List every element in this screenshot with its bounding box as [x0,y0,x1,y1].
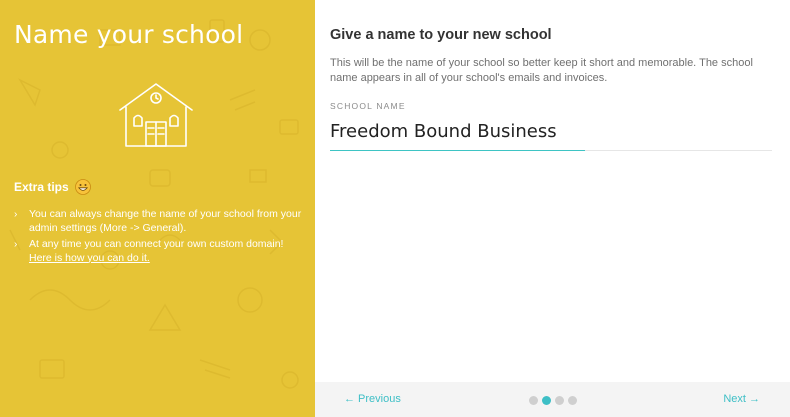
step-dot-active [542,396,551,405]
tips-list: › You can always change the name of your… [14,208,306,268]
step-dot [555,396,564,405]
tip-text: You can always change the name of your s… [29,208,302,234]
extra-tips-heading: Extra tips [14,179,91,195]
custom-domain-help-link[interactable]: Here is how you can do it. [29,252,150,264]
wizard-footer: ← Previous Next → [315,382,790,417]
main-panel: Give a name to your new school This will… [315,0,790,417]
school-name-label: SCHOOL NAME [330,101,406,111]
step-dot [568,396,577,405]
input-focus-underline [330,150,585,151]
school-name-input[interactable] [330,117,772,151]
tip-item: › You can always change the name of your… [14,208,306,235]
step-dot [529,396,538,405]
left-panel: Name your school Extra tips › You can al… [0,0,315,417]
step-indicator [529,396,577,405]
previous-button[interactable]: ← Previous [344,382,401,417]
grinning-emoji-icon [74,179,91,195]
chevron-right-icon: › [14,239,18,250]
chevron-right-icon: › [14,209,18,220]
form-description: This will be the name of your school so … [330,57,753,84]
panel-title: Name your school [14,20,244,49]
form-title: Give a name to your new school [330,27,552,43]
tip-item: › At any time you can connect your own c… [14,238,306,265]
next-button[interactable]: Next → [723,382,760,417]
school-house-icon [119,83,193,147]
extra-tips-label: Extra tips [14,180,69,194]
tip-text: At any time you can connect your own cus… [29,238,284,250]
